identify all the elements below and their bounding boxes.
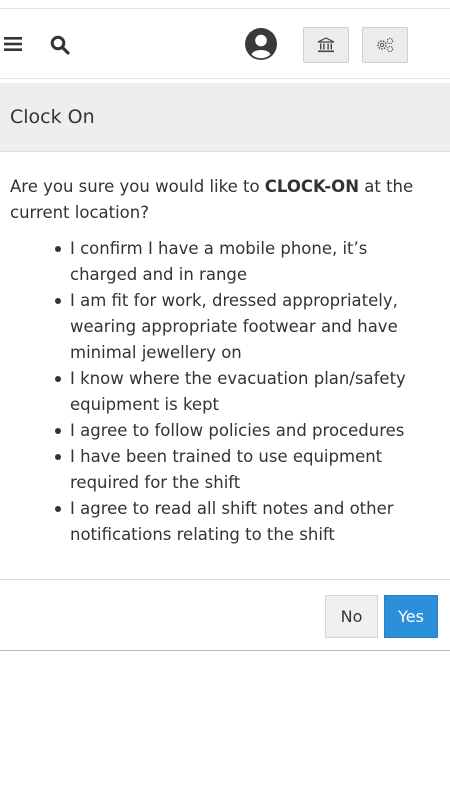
dialog-footer: No Yes bbox=[0, 579, 450, 651]
dialog-header: Clock On bbox=[0, 83, 450, 152]
confirmation-question: Are you sure you would like to CLOCK-ON … bbox=[10, 174, 438, 226]
declaration-list: I confirm I have a mobile phone, it’s ch… bbox=[10, 236, 438, 548]
declaration-item: I confirm I have a mobile phone, it’s ch… bbox=[55, 236, 438, 288]
search-icon[interactable] bbox=[48, 33, 72, 57]
question-prefix: Are you sure you would like to bbox=[10, 177, 265, 196]
bank-icon bbox=[317, 37, 335, 53]
bank-button[interactable] bbox=[303, 27, 349, 63]
declaration-item: I know where the evacuation plan/safety … bbox=[55, 366, 438, 418]
gears-icon bbox=[377, 37, 394, 53]
dialog-body: Are you sure you would like to CLOCK-ON … bbox=[0, 152, 450, 579]
declaration-item: I have been trained to use equipment req… bbox=[55, 444, 438, 496]
hamburger-icon[interactable] bbox=[2, 35, 24, 53]
no-button[interactable]: No bbox=[325, 595, 378, 638]
top-navigation-bar bbox=[0, 8, 450, 79]
yes-button[interactable]: Yes bbox=[384, 595, 438, 638]
declaration-item: I agree to follow policies and procedure… bbox=[55, 418, 438, 444]
declaration-item: I agree to read all shift notes and othe… bbox=[55, 496, 438, 548]
declaration-item: I am fit for work, dressed appropriately… bbox=[55, 288, 438, 366]
question-action: CLOCK-ON bbox=[264, 177, 360, 196]
settings-button[interactable] bbox=[362, 27, 408, 63]
user-circle-icon[interactable] bbox=[244, 27, 278, 61]
dialog-title: Clock On bbox=[10, 106, 95, 128]
